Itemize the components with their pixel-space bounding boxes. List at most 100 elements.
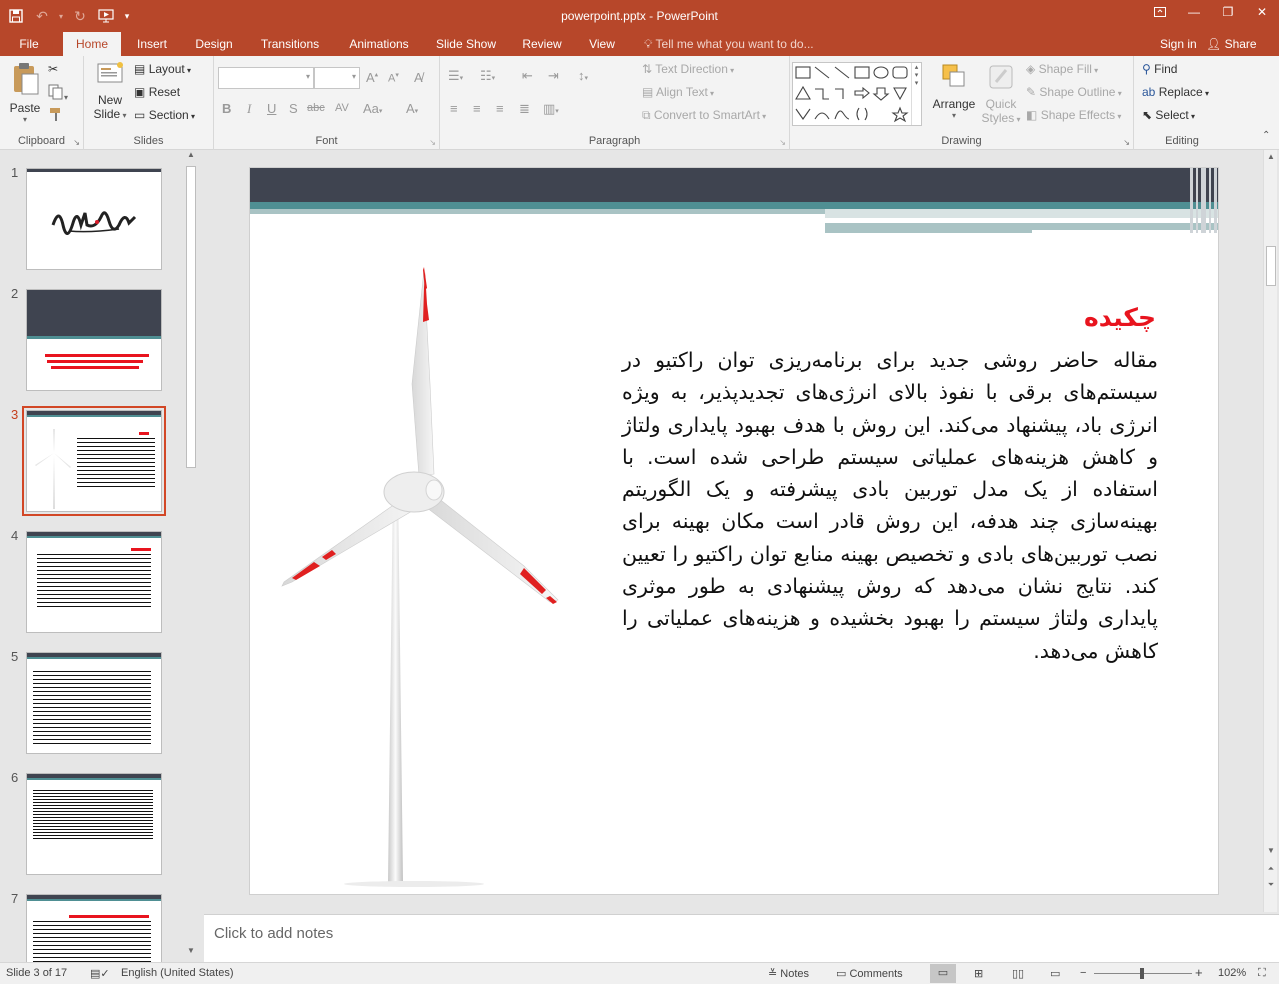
justify-icon[interactable]: ≣ [519, 101, 530, 117]
arrange-button[interactable]: Arrange ▾ [932, 62, 976, 120]
font-name-dropdown-icon[interactable]: ▾ [306, 72, 310, 81]
underline-icon[interactable]: U [267, 101, 276, 116]
cut-icon[interactable]: ✂ [48, 62, 58, 76]
share-button[interactable]: 👤︎ Share [1206, 32, 1257, 56]
select-button[interactable]: ⬉ Select ▾ [1142, 108, 1195, 122]
new-slide-button[interactable]: New Slide ▾ [90, 60, 130, 121]
font-launcher-icon[interactable]: ↘ [429, 138, 436, 147]
thumbnail-slide-4[interactable] [26, 531, 162, 633]
thumbnail-slide-7[interactable] [26, 894, 162, 962]
strikethrough-icon[interactable]: abc [307, 102, 325, 114]
format-painter-icon[interactable] [48, 106, 64, 125]
drawing-launcher-icon[interactable]: ↘ [1123, 138, 1130, 147]
section-button[interactable]: ▭ Section ▾ [134, 108, 195, 122]
next-slide-icon[interactable]: ⏷ [1264, 880, 1278, 894]
zoom-level[interactable]: 102% [1218, 967, 1246, 979]
paste-button[interactable]: Paste ▾ [8, 62, 42, 124]
close-icon[interactable]: ✕ [1245, 0, 1279, 24]
change-case-icon[interactable]: Aa▾ [363, 101, 382, 116]
decrease-indent-icon[interactable]: ⇤ [522, 68, 533, 84]
thumbnail-slide-2[interactable] [26, 289, 162, 391]
slide-sorter-icon[interactable]: ⊞ [974, 967, 983, 980]
layout-button[interactable]: ▤ Layout ▾ [134, 62, 191, 76]
slide-title[interactable]: چکیده [1084, 303, 1156, 332]
character-spacing-icon[interactable]: AV [335, 102, 349, 114]
tab-insert[interactable]: Insert [131, 32, 173, 56]
clipboard-launcher-icon[interactable]: ↘ [73, 138, 80, 147]
tab-view[interactable]: View [584, 32, 620, 56]
shadow-icon[interactable]: S [289, 101, 298, 116]
bold-icon[interactable]: B [222, 101, 231, 116]
align-left-icon[interactable]: ≡ [450, 101, 458, 116]
sign-in-link[interactable]: Sign in [1160, 32, 1197, 56]
restore-icon[interactable]: ❐ [1211, 0, 1245, 24]
thumbnail-slide-6[interactable] [26, 773, 162, 875]
scroll-up-icon[interactable]: ▲ [184, 150, 198, 164]
current-slide[interactable]: چکیده مقاله حاضر روشی جدید برای برنامه‌ر… [249, 167, 1219, 895]
copy-icon[interactable]: ▾ [48, 84, 68, 103]
quick-styles-button[interactable]: Quick Styles ▾ [980, 62, 1022, 125]
normal-view-icon[interactable]: ▭ [930, 964, 956, 983]
spelling-check-icon[interactable]: ▤✓ [90, 967, 110, 980]
zoom-in-icon[interactable]: + [1195, 965, 1203, 980]
tab-review[interactable]: Review [517, 32, 567, 56]
slide-scroll-thumb[interactable] [1266, 246, 1276, 286]
increase-indent-icon[interactable]: ⇥ [548, 68, 559, 84]
ribbon-display-options-icon[interactable] [1143, 0, 1177, 24]
replace-button[interactable]: ab Replace ▾ [1142, 85, 1209, 99]
thumbnails-scrollbar[interactable]: ▲ ▼ [184, 150, 198, 962]
notes-pane[interactable]: Click to add notes [204, 914, 1279, 962]
decrease-font-size-icon[interactable]: A▾ [388, 71, 399, 85]
find-button[interactable]: ⚲ Find [1142, 62, 1177, 76]
reset-button[interactable]: ▣ Reset [134, 85, 180, 99]
italic-icon[interactable]: I [247, 101, 251, 117]
align-center-icon[interactable]: ≡ [473, 101, 481, 116]
reading-view-icon[interactable]: ▯▯ [1012, 967, 1024, 980]
tab-transitions[interactable]: Transitions [255, 32, 325, 56]
fit-slide-icon[interactable]: ⛶ [1258, 967, 1266, 980]
tab-design[interactable]: Design [190, 32, 238, 56]
scroll-down-icon[interactable]: ▼ [1264, 846, 1278, 860]
comments-toggle[interactable]: ▭ Comments [836, 967, 903, 980]
shape-effects-button[interactable]: ◧ Shape Effects ▾ [1026, 108, 1121, 122]
paragraph-launcher-icon[interactable]: ↘ [779, 138, 786, 147]
shapes-gallery-scroll[interactable]: ▴ ▾ ▾ [911, 63, 921, 125]
thumbnail-slide-3[interactable] [22, 406, 166, 516]
thumbnail-slide-1[interactable] [26, 168, 162, 270]
increase-font-size-icon[interactable]: A▴ [366, 70, 378, 85]
tell-me-box[interactable]: 💡︎ Tell me what you want to do... [644, 32, 814, 56]
thumbnail-slide-5[interactable] [26, 652, 162, 754]
zoom-out-icon[interactable]: − [1080, 967, 1086, 979]
slide-body-text[interactable]: مقاله حاضر روشی جدید برای برنامه‌ریزی تو… [622, 344, 1158, 667]
tab-file[interactable]: File [8, 32, 50, 56]
previous-slide-icon[interactable]: ⏶ [1264, 864, 1278, 878]
tab-slide-show[interactable]: Slide Show [433, 32, 499, 56]
numbering-icon[interactable]: ☷▾ [480, 68, 495, 84]
slide-show-icon[interactable]: ▭ [1050, 967, 1060, 980]
slide-scrollbar[interactable]: ▲ ▼ ⏶ ⏷ [1263, 150, 1277, 912]
convert-smartart-button[interactable]: ⧉ Convert to SmartArt ▾ [642, 108, 766, 123]
minimize-icon[interactable]: — [1177, 0, 1211, 24]
shape-outline-button[interactable]: ✎ Shape Outline ▾ [1026, 85, 1122, 99]
text-direction-button[interactable]: ⇅ Text Direction ▾ [642, 62, 734, 76]
scroll-down-icon[interactable]: ▼ [184, 946, 198, 960]
tab-animations[interactable]: Animations [342, 32, 416, 56]
thumbnails-scroll-thumb[interactable] [186, 166, 196, 468]
font-size-dropdown-icon[interactable]: ▾ [352, 72, 356, 81]
tab-home[interactable]: Home [63, 32, 121, 56]
align-text-button[interactable]: ▤ Align Text ▾ [642, 85, 714, 99]
zoom-slider-thumb[interactable] [1140, 968, 1144, 979]
font-size-box[interactable]: ▾ [314, 67, 360, 89]
columns-icon[interactable]: ▥▾ [543, 101, 559, 117]
shapes-gallery[interactable]: ▴ ▾ ▾ [792, 62, 922, 126]
notes-toggle[interactable]: ≚ Notes [768, 967, 809, 980]
align-right-icon[interactable]: ≡ [496, 101, 504, 116]
clear-formatting-icon[interactable]: A̸ [414, 70, 423, 85]
bullets-icon[interactable]: ☰▾ [448, 68, 463, 84]
font-name-box[interactable]: ▾ [218, 67, 314, 89]
line-spacing-icon[interactable]: ↕▾ [578, 68, 588, 83]
collapse-ribbon-icon[interactable]: ⌃ [1262, 130, 1270, 141]
language-indicator[interactable]: English (United States) [121, 967, 234, 979]
scroll-up-icon[interactable]: ▲ [1264, 152, 1278, 166]
shape-fill-button[interactable]: ◈ Shape Fill ▾ [1026, 62, 1098, 76]
